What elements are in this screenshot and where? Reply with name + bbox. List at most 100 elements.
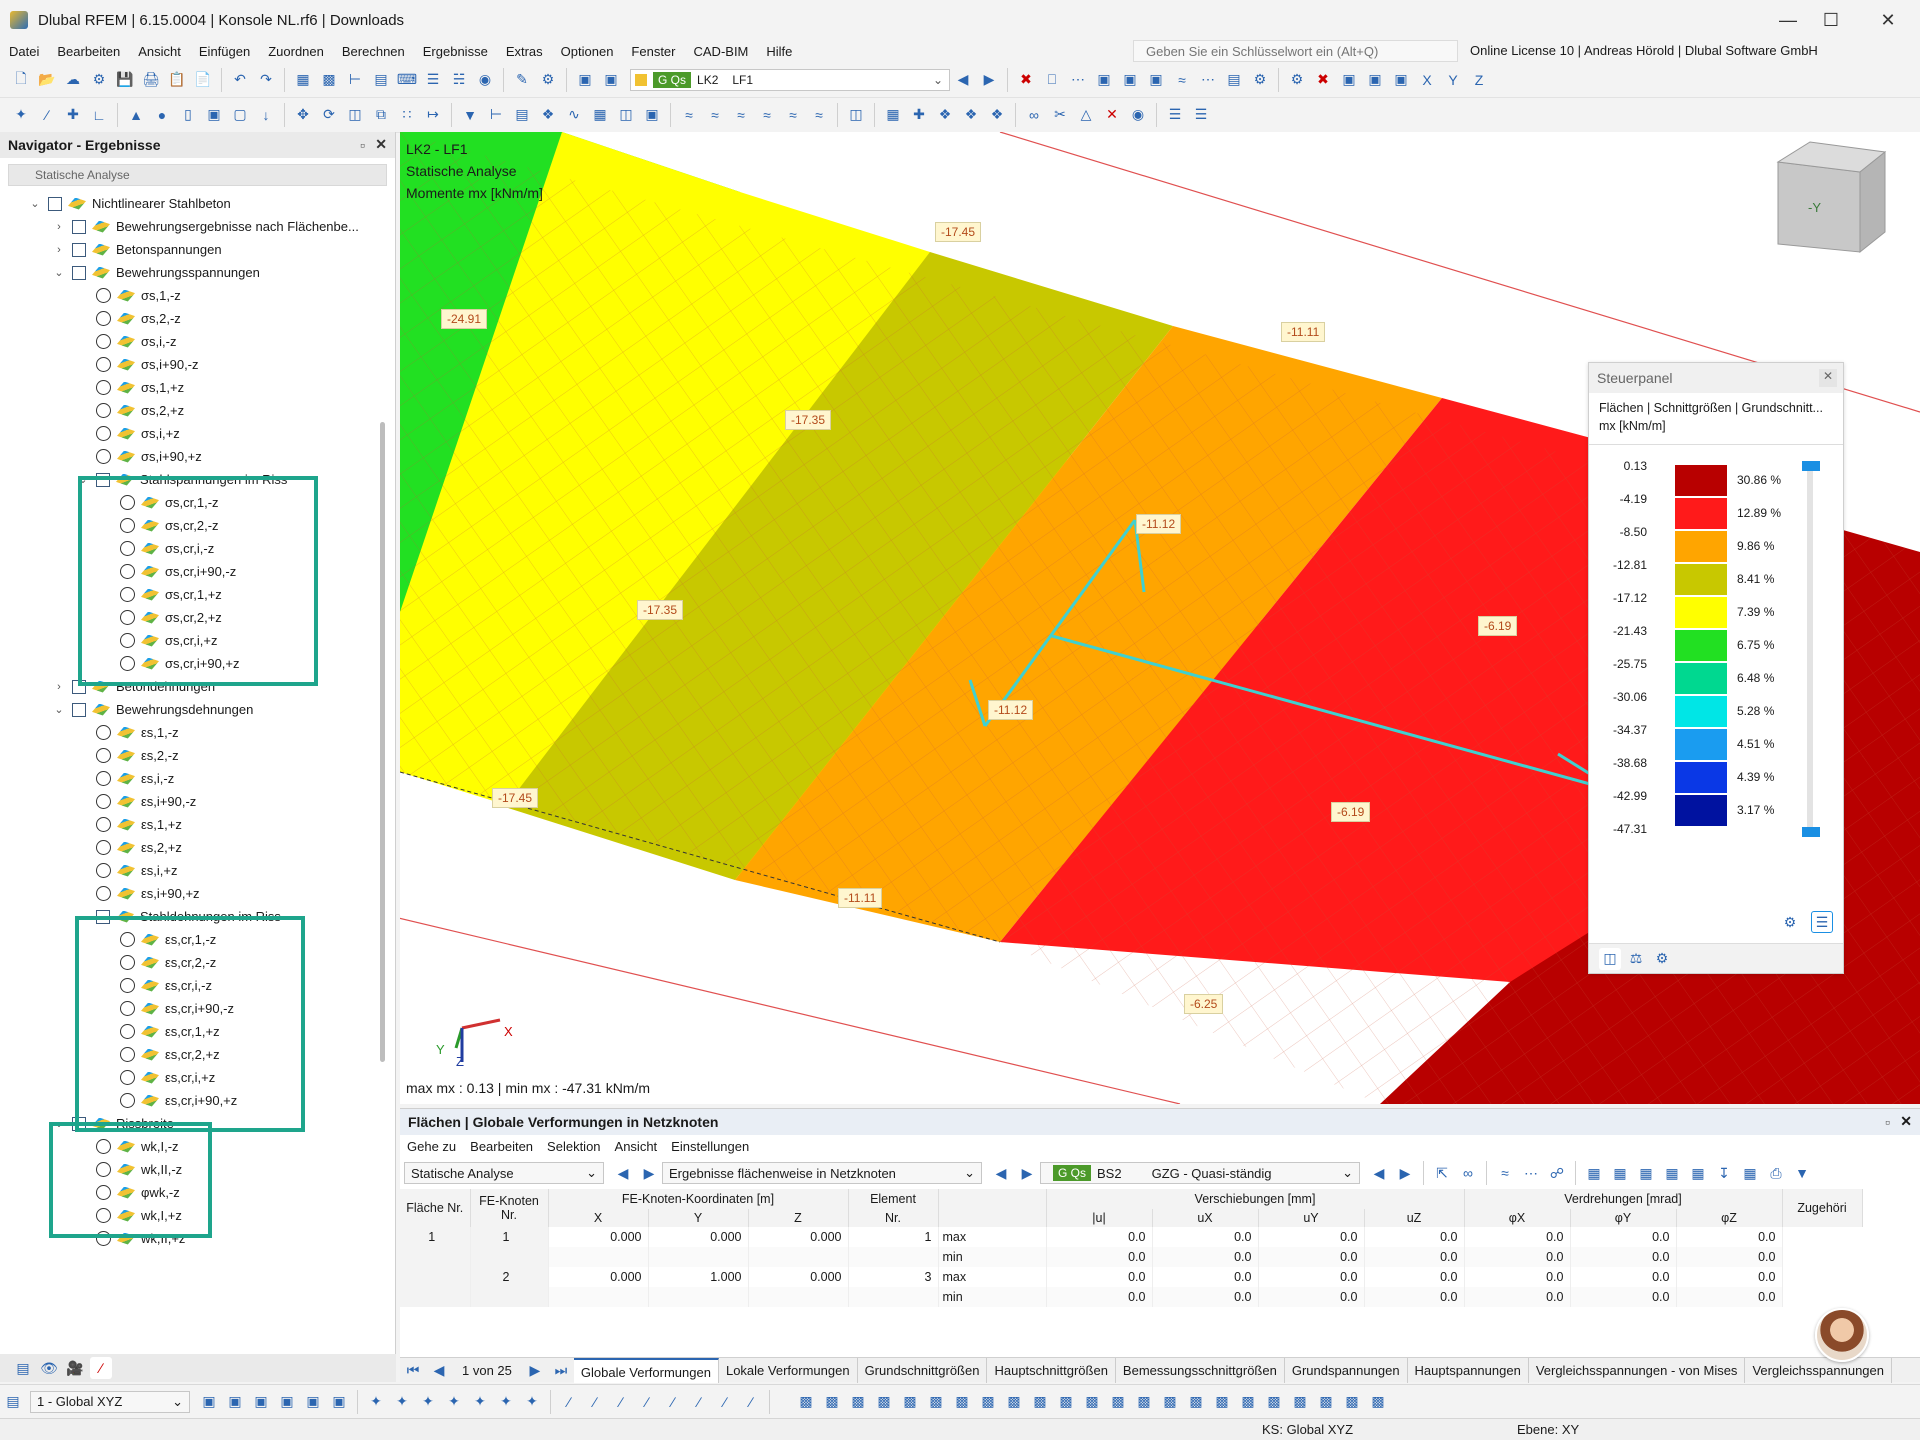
table-select-icon[interactable]: ▤ — [511, 104, 533, 126]
load-line-icon[interactable]: ≈ — [808, 104, 830, 126]
coord-system-combo[interactable]: 1 - Global XYZ ⌄ — [30, 1390, 190, 1413]
display-icon[interactable]: ▩ — [1107, 1391, 1129, 1413]
sheet-tab[interactable]: Hauptspannungen — [1408, 1357, 1529, 1383]
legend-scale-icon[interactable]: ☰ — [1811, 911, 1833, 933]
radio-button[interactable] — [96, 311, 111, 326]
table-cell[interactable]: 0.0 — [1676, 1247, 1783, 1267]
layer-stack-icon[interactable]: ☰ — [1190, 104, 1212, 126]
table-cell[interactable]: 0.0 — [1676, 1267, 1783, 1287]
view-iso-icon[interactable]: ▣ — [1338, 69, 1360, 91]
load-line-icon[interactable]: ≈ — [678, 104, 700, 126]
table-cell[interactable]: 0.0 — [1152, 1267, 1259, 1287]
radio-button[interactable] — [96, 403, 111, 418]
results-combination-combo[interactable]: G Qs BS2 GZG - Quasi-ständig ⌄ — [1040, 1162, 1360, 1184]
rotate-icon[interactable]: ⟳ — [318, 104, 340, 126]
new-file-icon[interactable]: 🗋 — [10, 69, 32, 91]
legend-slider-top-handle[interactable] — [1802, 461, 1820, 471]
maximize-icon[interactable]: ☐ — [1808, 0, 1854, 40]
sheet-tab[interactable]: Grundspannungen — [1285, 1357, 1408, 1383]
prev-page-icon[interactable]: ◀ — [428, 1359, 450, 1381]
snap-icon[interactable]: ✦ — [417, 1391, 439, 1413]
tree-item[interactable]: εs,1,-z — [76, 721, 179, 744]
display-icon[interactable]: ▩ — [847, 1391, 869, 1413]
table-cell[interactable]: 0.0 — [1570, 1287, 1677, 1307]
table-cell[interactable]: 1 — [848, 1227, 939, 1247]
chevron-down-icon[interactable]: ⌄ — [28, 197, 42, 210]
radio-button[interactable] — [96, 334, 111, 349]
table-cell[interactable]: 0.0 — [1676, 1287, 1783, 1307]
tree-item[interactable]: σs,i,-z — [76, 330, 176, 353]
display-icon[interactable]: ▩ — [977, 1391, 999, 1413]
calculate-icon[interactable]: ✎ — [511, 69, 533, 91]
radio-button[interactable] — [96, 863, 111, 878]
checkbox[interactable] — [72, 242, 86, 257]
section-icon[interactable]: ▤ — [1223, 69, 1245, 91]
next-page-icon[interactable]: ▶ — [524, 1359, 546, 1381]
link-icon[interactable]: ∞ — [1457, 1162, 1479, 1184]
chevron-down-icon[interactable]: ⌄ — [52, 266, 66, 279]
table-cell[interactable]: 0.0 — [1464, 1267, 1571, 1287]
table-icon[interactable]: ▦ — [1635, 1162, 1657, 1184]
display-icon[interactable]: ▩ — [1055, 1391, 1077, 1413]
guideline-icon[interactable]: ❖ — [986, 104, 1008, 126]
tree-item[interactable]: εs,2,+z — [76, 836, 182, 859]
ortho-icon[interactable]: ✚ — [908, 104, 930, 126]
loadcase-combo[interactable]: G Qs LK2 LF1 ⌄ — [630, 68, 950, 91]
table-cell[interactable]: 0.0 — [1152, 1247, 1259, 1267]
view-x-icon[interactable]: X — [1416, 69, 1438, 91]
view-icon[interactable]: ▣ — [302, 1391, 324, 1413]
navigator-close-icon[interactable]: ✕ — [375, 136, 387, 153]
mesh-icon[interactable]: ▦ — [589, 104, 611, 126]
mirror-icon[interactable]: ◫ — [344, 104, 366, 126]
grid-icon[interactable]: ▩ — [318, 69, 340, 91]
table-cell[interactable]: min — [938, 1287, 1047, 1307]
results-menu-goto[interactable]: Gehe zu — [400, 1139, 463, 1154]
tracking-icon[interactable]: ❖ — [960, 104, 982, 126]
results-menu-settings[interactable]: Einstellungen — [664, 1139, 756, 1154]
display-icon[interactable]: ▩ — [1133, 1391, 1155, 1413]
snap-icon[interactable]: ✦ — [443, 1391, 465, 1413]
table-cell[interactable]: 0.000 — [748, 1267, 849, 1287]
tree-item[interactable]: σs,i,+z — [76, 422, 180, 445]
results-menu-edit[interactable]: Bearbeiten — [463, 1139, 540, 1154]
draw-icon[interactable]: ∕ — [662, 1391, 684, 1413]
view-icon[interactable]: ▣ — [224, 1391, 246, 1413]
line-icon[interactable]: ∕ — [36, 104, 58, 126]
checkbox[interactable] — [48, 196, 62, 211]
menu-fenster[interactable]: Fenster — [622, 44, 684, 59]
prev-icon[interactable]: ◀ — [1368, 1162, 1390, 1184]
table-row[interactable]: min 0.0 0.0 0.0 0.0 0.0 0.0 0.0 — [400, 1247, 1862, 1267]
chevron-right-icon[interactable]: › — [52, 221, 66, 233]
display-icon[interactable]: ▩ — [951, 1391, 973, 1413]
draw-icon[interactable]: ∕ — [714, 1391, 736, 1413]
table-cell[interactable]: 0.0 — [1364, 1247, 1465, 1267]
table-cell[interactable] — [748, 1247, 849, 1267]
surface-icon[interactable]: ▯ — [177, 104, 199, 126]
table-cell[interactable] — [848, 1247, 939, 1267]
menu-ergebnisse[interactable]: Ergebnisse — [414, 44, 497, 59]
menu-optionen[interactable]: Optionen — [552, 44, 623, 59]
draw-icon[interactable]: ∕ — [688, 1391, 710, 1413]
table-cell[interactable]: 0.0 — [1258, 1267, 1365, 1287]
tree-icon[interactable]: ☍ — [1546, 1162, 1568, 1184]
filter-icon[interactable]: ▼ — [1791, 1162, 1813, 1184]
display-icon[interactable]: ▩ — [873, 1391, 895, 1413]
snap-icon[interactable]: ✦ — [495, 1391, 517, 1413]
select-icon[interactable]: ⇱ — [1431, 1162, 1453, 1184]
tree-item[interactable]: εs,1,+z — [76, 813, 182, 836]
table-cell[interactable]: min — [938, 1247, 1047, 1267]
radio-button[interactable] — [96, 886, 111, 901]
checkbox[interactable] — [72, 702, 86, 717]
table-cell[interactable]: 0.0 — [1364, 1227, 1465, 1247]
save-icon[interactable]: 💾 — [114, 69, 136, 91]
tree-item[interactable]: › Betonspannungen — [52, 238, 221, 261]
next-icon[interactable]: ▶ — [1016, 1162, 1038, 1184]
tree-item[interactable]: εs,i+90,+z — [76, 882, 200, 905]
values-display-icon[interactable]: ⋯ — [1197, 69, 1219, 91]
cube-icon[interactable]: ▣ — [1119, 69, 1141, 91]
copy-icon[interactable]: ⧉ — [370, 104, 392, 126]
tree-item[interactable]: εs,i,+z — [76, 859, 178, 882]
view-icon[interactable]: ▣ — [328, 1391, 350, 1413]
object-snap-icon[interactable]: ❖ — [934, 104, 956, 126]
table-cell[interactable] — [548, 1247, 649, 1267]
